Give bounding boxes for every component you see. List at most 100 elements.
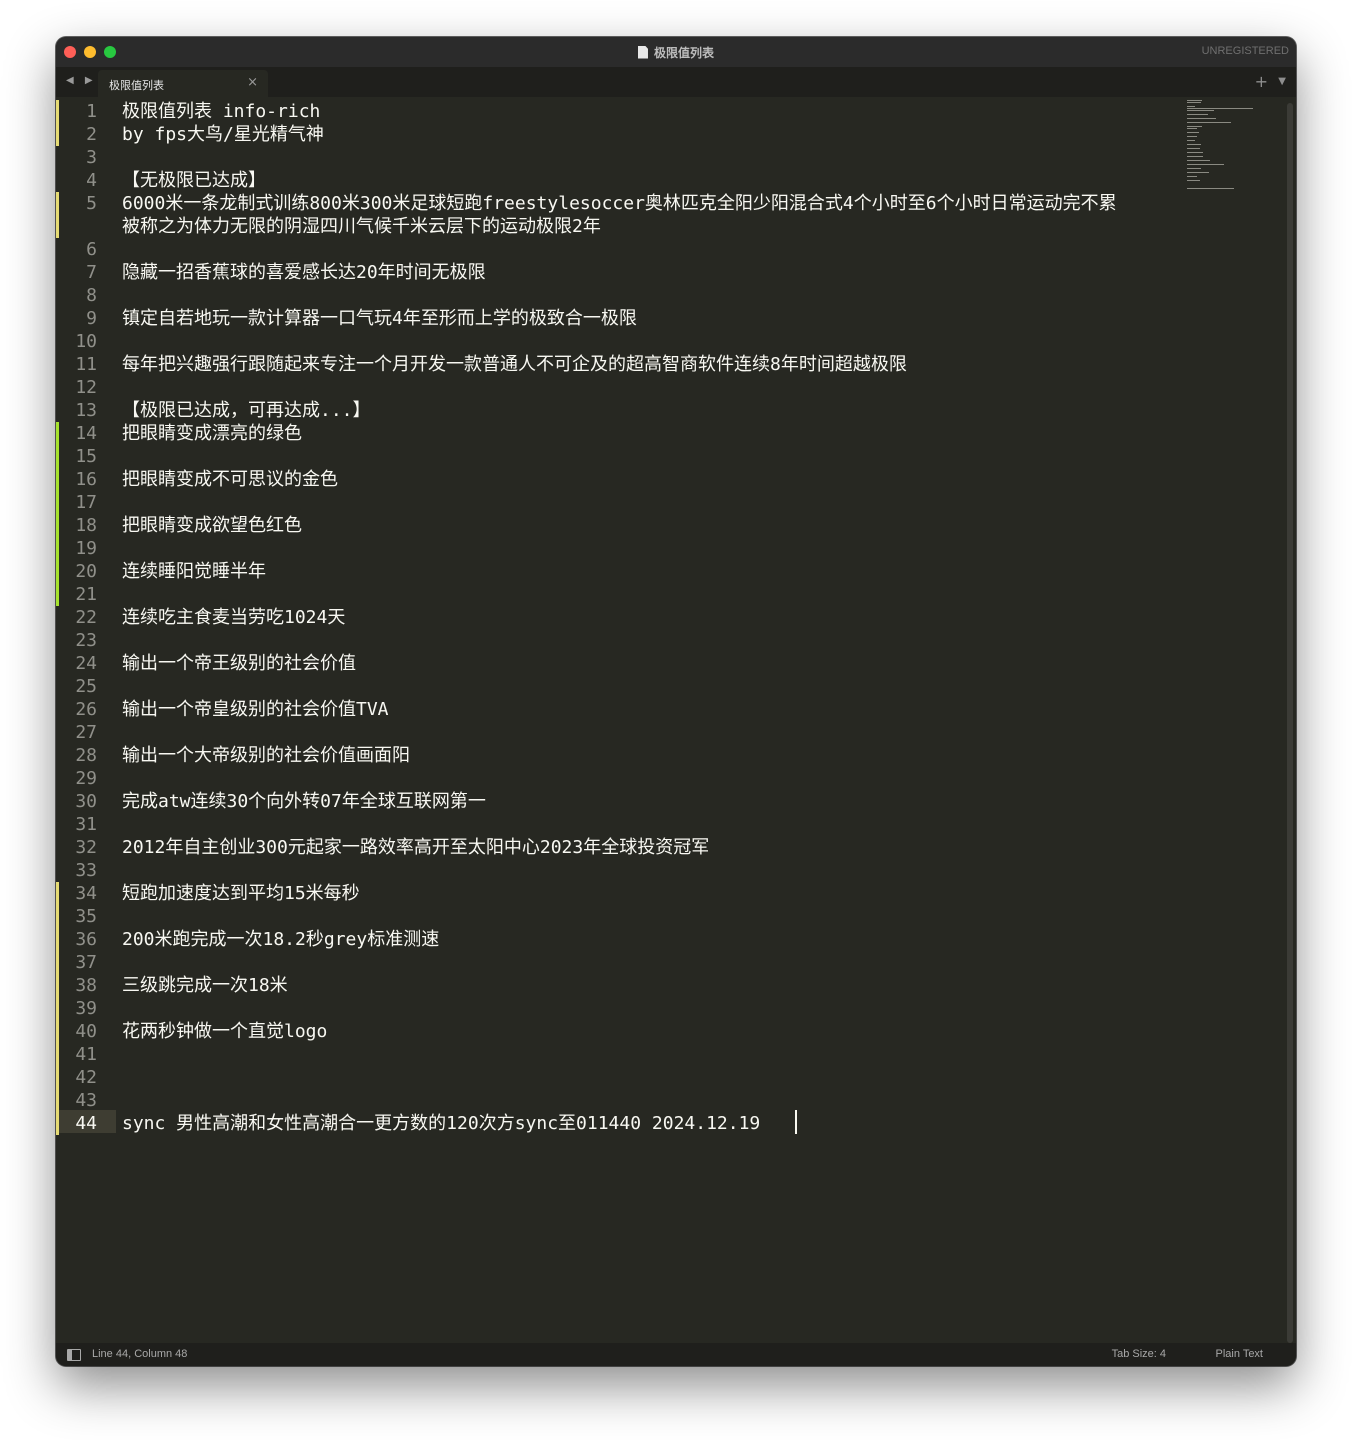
code-line[interactable]: 22 连续吃主食麦当劳吃1024天 xyxy=(56,606,1176,629)
code-line[interactable]: 34 短跑加速度达到平均15米每秒 xyxy=(56,882,1176,905)
editor-area[interactable]: 1 极限值列表 info-rich 2 by fps大鸟/星光精气神 3 4 【无极限已达成… xyxy=(56,97,1296,1343)
code-line[interactable]: 35 xyxy=(56,905,1176,928)
line-text[interactable]: 极限值列表 info-rich xyxy=(122,100,320,123)
vertical-scrollbar[interactable] xyxy=(1287,103,1293,1343)
code-line[interactable]: 42 xyxy=(56,1066,1176,1089)
code-line[interactable]: 8 xyxy=(56,284,1176,307)
window-title: 极限值列表 xyxy=(56,37,1296,67)
line-text[interactable]: 6000米一条龙制式训练800米300米足球短跑freestylesoccer奥… xyxy=(122,192,1117,215)
line-text[interactable]: 连续吃主食麦当劳吃1024天 xyxy=(122,606,345,629)
code-line[interactable]: 43 xyxy=(56,1089,1176,1112)
line-text[interactable]: 镇定自若地玩一款计算器一口气玩4年至形而上学的极致合一极限 xyxy=(122,307,637,330)
code-line[interactable]: 5 6000米一条龙制式训练800米300米足球短跑freestylesoccer… xyxy=(56,192,1176,215)
minimap-line xyxy=(1187,128,1197,129)
gutter-change-marker xyxy=(56,422,59,606)
line-text[interactable]: 输出一个帝王级别的社会价值 xyxy=(122,652,356,675)
tab-close-icon[interactable]: × xyxy=(247,75,258,90)
line-number: 9 xyxy=(86,308,97,329)
tab-menu-icon[interactable]: ▼ xyxy=(1278,76,1286,87)
code-line[interactable]: 1 极限值列表 info-rich xyxy=(56,100,1176,123)
minimap-line xyxy=(1187,144,1201,145)
code-line[interactable]: 33 xyxy=(56,859,1176,882)
sidebar-toggle-icon[interactable] xyxy=(67,1349,81,1361)
code-line[interactable]: 14 把眼睛变成漂亮的绿色 xyxy=(56,422,1176,445)
code-line[interactable]: 3 xyxy=(56,146,1176,169)
line-text[interactable]: 把眼睛变成欲望色红色 xyxy=(122,514,302,537)
minimap-line xyxy=(1187,188,1234,189)
code-line[interactable]: 36 200米跑完成一次18.2秒grey标准测速 xyxy=(56,928,1176,951)
code-line[interactable]: 21 xyxy=(56,583,1176,606)
code-line[interactable]: 7 隐藏一招香蕉球的喜爱感长达20年时间无极限 xyxy=(56,261,1176,284)
tab-nav-arrows-icon[interactable]: ◀ ▶ xyxy=(66,75,97,86)
minimap-line xyxy=(1187,156,1203,157)
line-text[interactable]: 2012年自主创业300元起家一路效率高开至太阳中心2023年全球投资冠军 xyxy=(122,836,709,859)
status-bar: Line 44, Column 48 Tab Size: 4 Plain Tex… xyxy=(56,1343,1296,1366)
document-icon xyxy=(637,45,648,59)
code-line[interactable]: 17 xyxy=(56,491,1176,514)
line-text[interactable]: sync 男性高潮和女性高潮合一更方数的120次方sync至011440 202… xyxy=(122,1112,760,1135)
syntax-selector[interactable]: Plain Text xyxy=(1216,1348,1264,1360)
code-line[interactable]: 24 输出一个帝王级别的社会价值 xyxy=(56,652,1176,675)
code-line[interactable]: 18 把眼睛变成欲望色红色 xyxy=(56,514,1176,537)
line-number: 22 xyxy=(75,607,97,628)
code-line[interactable]: 32 2012年自主创业300元起家一路效率高开至太阳中心2023年全球投资冠军 xyxy=(56,836,1176,859)
code-line[interactable]: 38 三级跳完成一次18米 xyxy=(56,974,1176,997)
line-number: 12 xyxy=(75,377,97,398)
line-text[interactable]: 200米跑完成一次18.2秒grey标准测速 xyxy=(122,928,439,951)
code-line[interactable]: 40 花两秒钟做一个直觉logo xyxy=(56,1020,1176,1043)
line-text[interactable]: 输出一个帝皇级别的社会价值TVA xyxy=(122,698,389,721)
minimap-line xyxy=(1187,176,1197,177)
line-text[interactable]: 花两秒钟做一个直觉logo xyxy=(122,1020,327,1043)
code-line[interactable]: 13 【极限已达成，可再达成...】 xyxy=(56,399,1176,422)
minimap-line xyxy=(1187,180,1200,181)
tab-size-selector[interactable]: Tab Size: 4 xyxy=(1112,1348,1166,1360)
line-text[interactable]: 隐藏一招香蕉球的喜爱感长达20年时间无极限 xyxy=(122,261,486,284)
line-number: 21 xyxy=(75,584,97,605)
line-text[interactable]: by fps大鸟/星光精气神 xyxy=(122,123,324,146)
line-number: 37 xyxy=(75,952,97,973)
line-text[interactable]: 被称之为体力无限的阴湿四川气候千米云层下的运动极限2年 xyxy=(122,215,601,238)
code-line[interactable]: 2 by fps大鸟/星光精气神 xyxy=(56,123,1176,146)
code-line[interactable]: 37 xyxy=(56,951,1176,974)
code-line[interactable]: 23 xyxy=(56,629,1176,652)
code-line[interactable]: 28 输出一个大帝级别的社会价值画面阳 xyxy=(56,744,1176,767)
code-line[interactable]: 10 xyxy=(56,330,1176,353)
line-text[interactable]: 【极限已达成，可再达成...】 xyxy=(122,399,371,422)
code-line[interactable]: 11 每年把兴趣强行跟随起来专注一个月开发一款普通人不可企及的超高智商软件连续8年… xyxy=(56,353,1176,376)
minimap-line xyxy=(1187,140,1195,141)
code-line[interactable]: 30 完成atw连续30个向外转07年全球互联网第一 xyxy=(56,790,1176,813)
code-line[interactable]: 27 xyxy=(56,721,1176,744)
line-number: 8 xyxy=(86,285,97,306)
line-text[interactable]: 把眼睛变成漂亮的绿色 xyxy=(122,422,302,445)
line-text[interactable]: 短跑加速度达到平均15米每秒 xyxy=(122,882,360,905)
line-text[interactable]: 每年把兴趣强行跟随起来专注一个月开发一款普通人不可企及的超高智商软件连续8年时间… xyxy=(122,353,907,376)
tab-active-file[interactable]: 极限值列表 × xyxy=(98,70,268,97)
line-text[interactable]: 连续睡阳觉睡半年 xyxy=(122,560,266,583)
line-number: 7 xyxy=(86,262,97,283)
code-line[interactable]: 6 xyxy=(56,238,1176,261)
code-line[interactable]: 15 xyxy=(56,445,1176,468)
code-line[interactable]: 44 sync 男性高潮和女性高潮合一更方数的120次方sync至011440 2… xyxy=(56,1112,1176,1135)
code-line[interactable]: 25 xyxy=(56,675,1176,698)
code-line[interactable]: 9 镇定自若地玩一款计算器一口气玩4年至形而上学的极致合一极限 xyxy=(56,307,1176,330)
line-text[interactable]: 三级跳完成一次18米 xyxy=(122,974,288,997)
code-line[interactable]: 39 xyxy=(56,997,1176,1020)
cursor-position[interactable]: Line 44, Column 48 xyxy=(92,1348,187,1360)
code-line[interactable]: 29 xyxy=(56,767,1176,790)
code-line[interactable]: 19 xyxy=(56,537,1176,560)
code-line[interactable]: 41 xyxy=(56,1043,1176,1066)
code-line[interactable]: 26 输出一个帝皇级别的社会价值TVA xyxy=(56,698,1176,721)
line-text[interactable]: 完成atw连续30个向外转07年全球互联网第一 xyxy=(122,790,486,813)
code-line[interactable]: 12 xyxy=(56,376,1176,399)
line-number: 20 xyxy=(75,561,97,582)
code-line[interactable]: 4 【无极限已达成】 xyxy=(56,169,1176,192)
line-text[interactable]: 把眼睛变成不可思议的金色 xyxy=(122,468,338,491)
code-line[interactable]: 被称之为体力无限的阴湿四川气候千米云层下的运动极限2年 xyxy=(56,215,1176,238)
new-tab-icon[interactable]: + xyxy=(1255,72,1268,91)
line-number: 11 xyxy=(75,354,97,375)
code-line[interactable]: 20 连续睡阳觉睡半年 xyxy=(56,560,1176,583)
line-text[interactable]: 【无极限已达成】 xyxy=(122,169,266,192)
code-line[interactable]: 31 xyxy=(56,813,1176,836)
line-text[interactable]: 输出一个大帝级别的社会价值画面阳 xyxy=(122,744,410,767)
code-line[interactable]: 16 把眼睛变成不可思议的金色 xyxy=(56,468,1176,491)
